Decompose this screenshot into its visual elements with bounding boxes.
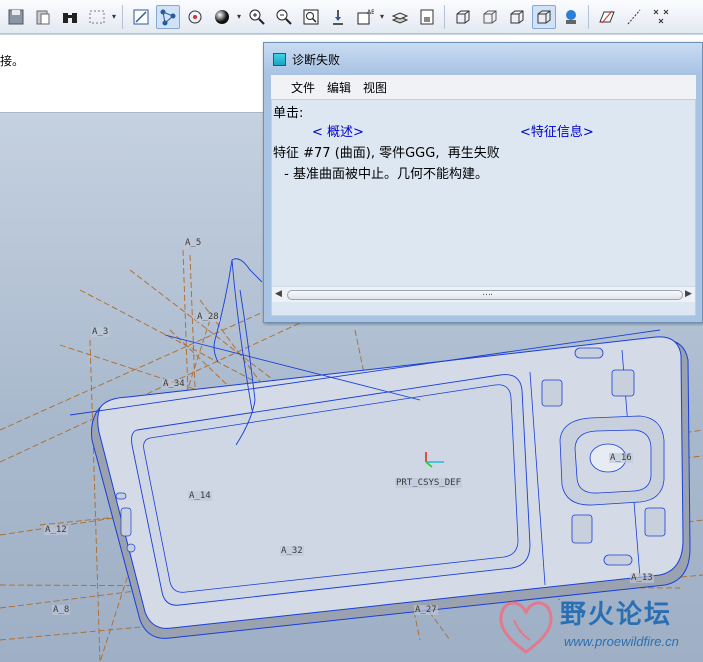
forum-watermark: 野火论坛 www.proewildfire.cn — [494, 588, 703, 662]
svg-text:AB: AB — [367, 9, 374, 16]
feature-failure-line: 特征 #77 (曲面), 零件GGG, 再生失败 — [273, 146, 500, 161]
heart-logo-icon — [499, 601, 553, 654]
message-text: 接。 — [0, 54, 25, 68]
scroll-left-icon[interactable]: ◀ — [275, 289, 282, 299]
datum-label[interactable]: A_14 — [188, 491, 212, 501]
watermark-title: 野火论坛 — [560, 600, 673, 630]
save-icon[interactable] — [4, 5, 28, 29]
overview-link[interactable]: < 概述> — [312, 121, 364, 140]
view-manager-icon[interactable] — [415, 5, 439, 29]
spin-center-icon[interactable] — [155, 4, 180, 29]
diagnostic-failure-dialog: 诊断失败 文件 编辑 视图 单击: < 概述> <特征信息> 特征 #77 (曲… — [263, 42, 703, 323]
datum-label[interactable]: A_16 — [609, 453, 633, 463]
toolbar-separator — [588, 4, 589, 29]
watermark-url: www.proewildfire.cn — [564, 634, 679, 649]
scroll-right-icon[interactable]: ▶ — [685, 289, 692, 299]
paste-icon[interactable] — [31, 5, 55, 29]
scrollbar-thumb[interactable]: …. — [287, 288, 683, 300]
chevron-down-icon[interactable]: ▾ — [378, 12, 386, 21]
wireframe-icon[interactable] — [451, 5, 475, 29]
datum-label[interactable]: A_3 — [91, 327, 110, 337]
main-toolbar: ▾ ▾ AB ▾ — [0, 0, 703, 34]
binoculars-icon[interactable] — [58, 5, 82, 29]
saved-views-icon[interactable]: AB — [353, 5, 377, 29]
no-hidden-icon[interactable] — [505, 5, 529, 29]
datum-axis-icon[interactable] — [622, 5, 646, 29]
feature-info-link[interactable]: <特征信息> — [520, 121, 594, 140]
datum-display-icon[interactable] — [129, 5, 153, 29]
datum-label[interactable]: A_8 — [52, 605, 71, 615]
datum-label[interactable]: A_13 — [630, 573, 654, 583]
datum-label[interactable]: A_34 — [162, 379, 186, 389]
zoom-out-icon[interactable] — [272, 5, 296, 29]
chevron-down-icon[interactable]: ▾ — [110, 12, 118, 21]
render-style-icon[interactable] — [183, 5, 207, 29]
datum-label[interactable]: A_28 — [196, 312, 220, 322]
datum-label[interactable]: PRT_CSYS_DEF — [395, 478, 463, 488]
select-box-icon[interactable] — [85, 5, 109, 29]
orient-icon[interactable] — [326, 5, 350, 29]
chevron-down-icon[interactable]: ▾ — [235, 12, 243, 21]
sphere-icon[interactable] — [210, 5, 234, 29]
layers-icon[interactable] — [388, 5, 412, 29]
shading-icon[interactable] — [531, 4, 556, 29]
datum-label[interactable]: A_12 — [44, 525, 68, 535]
datum-point-icon[interactable] — [649, 5, 673, 29]
toolbar-separator — [444, 4, 445, 29]
failure-detail-line: - 基准曲面被中止。几何不能构建。 — [280, 167, 488, 182]
appearance-icon[interactable] — [559, 5, 583, 29]
toolbar-separator — [122, 4, 123, 29]
refit-icon[interactable] — [299, 5, 323, 29]
datum-label[interactable]: A_32 — [280, 546, 304, 556]
click-label: 单击: — [273, 106, 304, 121]
dialog-title: 诊断失败 — [292, 52, 341, 67]
window-icon — [273, 52, 286, 66]
horizontal-scrollbar[interactable]: ◀ …. ▶ — [272, 286, 695, 302]
scroll-grip: …. — [482, 288, 493, 298]
dialog-content: 单击: < 概述> <特征信息> 特征 #77 (曲面), 零件GGG, 再生失… — [271, 99, 696, 316]
datum-label[interactable]: A_27 — [414, 605, 438, 615]
datum-label[interactable]: A_5 — [184, 238, 203, 248]
menu-file[interactable]: 文件 — [291, 79, 315, 96]
zoom-in-icon[interactable] — [245, 5, 269, 29]
hidden-line-icon[interactable] — [478, 5, 502, 29]
datum-plane-icon[interactable] — [595, 5, 619, 29]
menu-view[interactable]: 视图 — [363, 79, 387, 96]
menu-edit[interactable]: 编辑 — [327, 79, 351, 96]
dialog-menubar: 文件 编辑 视图 — [271, 75, 696, 99]
dialog-titlebar[interactable]: 诊断失败 — [264, 43, 702, 75]
